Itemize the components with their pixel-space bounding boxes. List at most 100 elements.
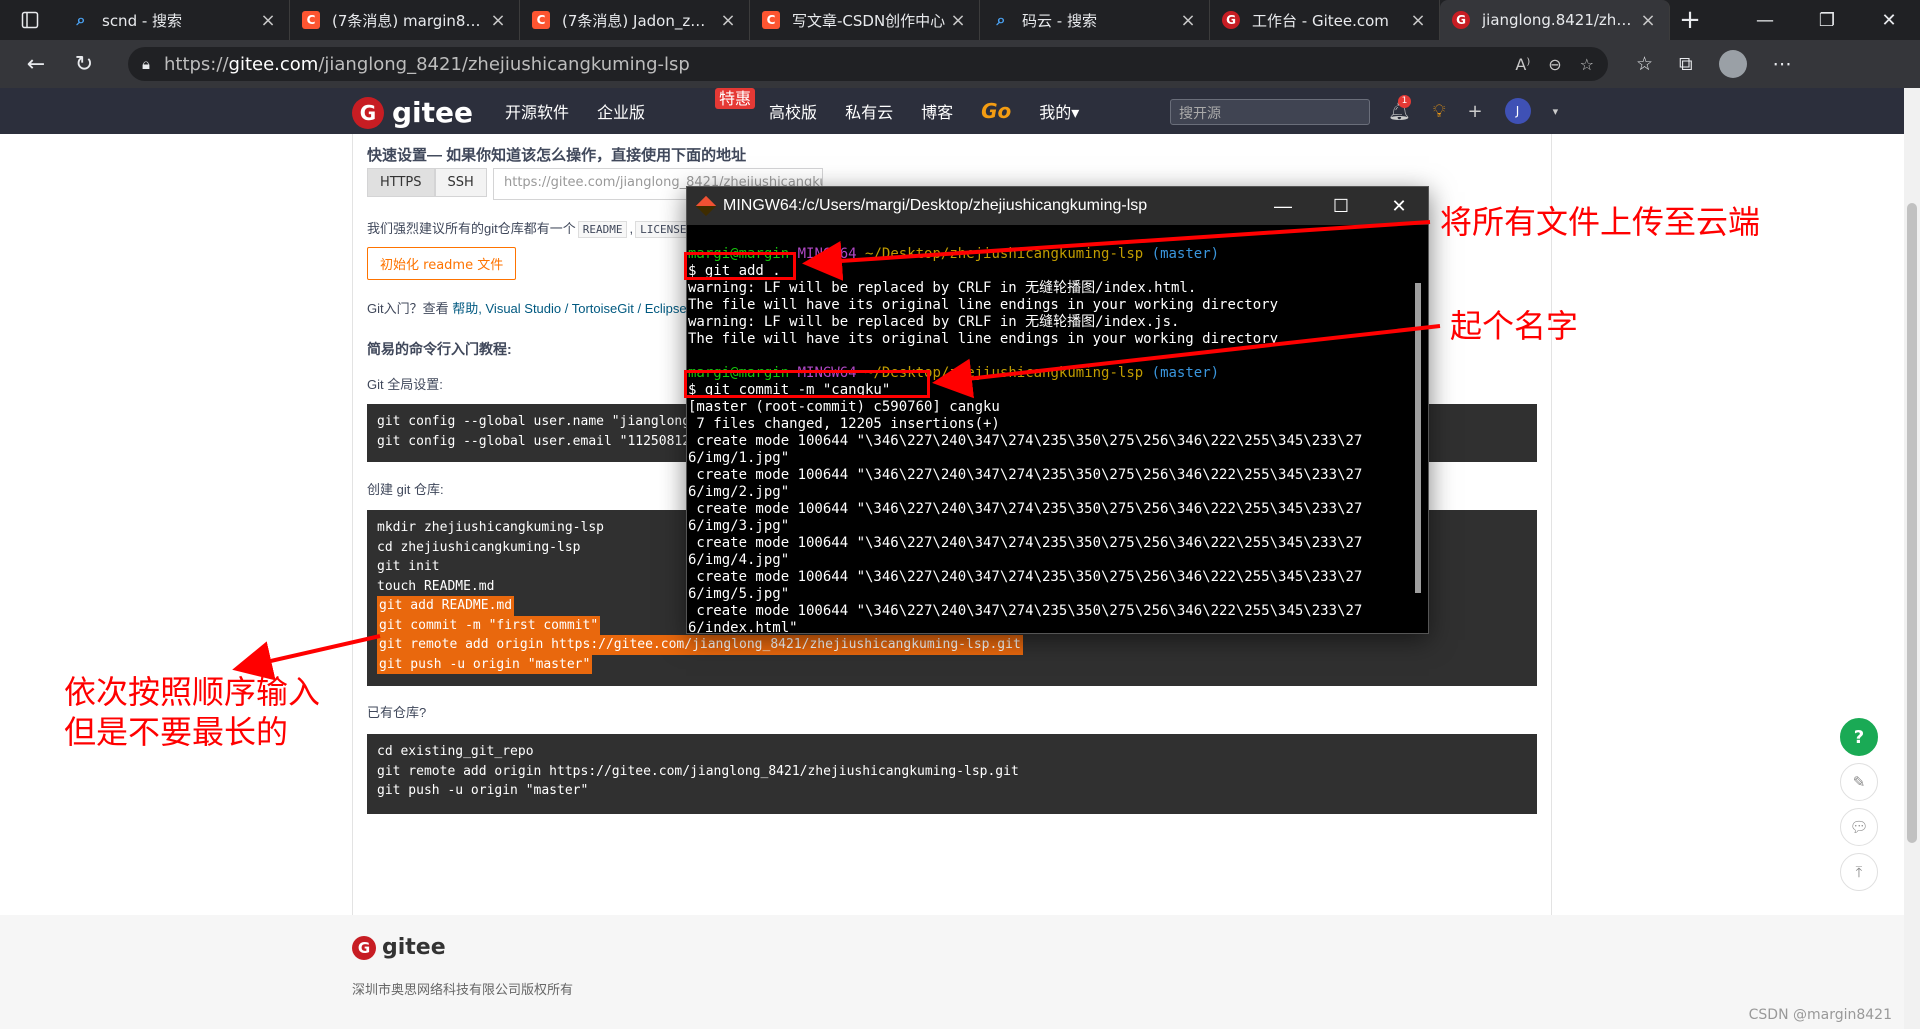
- recommend-prefix: 我们强烈建议所有的git仓库都有一个: [367, 221, 576, 236]
- tab-actions-icon[interactable]: [0, 0, 60, 40]
- tab-title: scnd - 搜索: [102, 11, 183, 30]
- tutorial-heading: 简易的命令行入门教程:: [367, 341, 512, 357]
- browser-tab[interactable]: ⌕ 码云 - 搜索 ×: [980, 0, 1210, 40]
- footer-copyright: 深圳市奥思网络科技有限公司版权所有: [352, 983, 574, 998]
- favorite-add-icon[interactable]: ☆: [1580, 55, 1594, 74]
- page-scrollbar[interactable]: [1904, 88, 1920, 1029]
- minimize-icon[interactable]: —: [1254, 196, 1312, 217]
- chevron-down-icon[interactable]: ▾: [1553, 105, 1559, 118]
- nav-item-mine[interactable]: 我的▾: [1039, 99, 1079, 123]
- gitee-icon: G: [352, 96, 384, 129]
- scrollbar-thumb[interactable]: [1907, 203, 1917, 843]
- terminal-line: warning: LF will be replaced by CRLF in …: [688, 280, 1197, 296]
- browser-tab[interactable]: ⌕ scnd - 搜索 ×: [60, 0, 290, 40]
- terminal-line: 6/img/1.jpg": [688, 450, 790, 466]
- ssh-button[interactable]: SSH: [434, 168, 487, 197]
- terminal-line: 6/index.html": [688, 620, 798, 633]
- tab-title: (7条消息) margin8421的博客: [332, 11, 489, 30]
- maximize-icon[interactable]: ☐: [1312, 196, 1370, 217]
- more-menu-icon[interactable]: ⋯: [1773, 53, 1792, 75]
- browser-tab[interactable]: G 工作台 - Gitee.com ×: [1210, 0, 1440, 40]
- nav-item-enterprise[interactable]: 企业版 特惠: [597, 88, 756, 123]
- code-line: cd existing_git_repo: [377, 744, 534, 759]
- favorites-icon[interactable]: ☆: [1636, 53, 1653, 75]
- browser-tab-active[interactable]: G jianglong.8421/zhejiushicangkuming-lsp…: [1440, 0, 1670, 40]
- terminal-scrollbar[interactable]: [1415, 283, 1421, 593]
- user-avatar[interactable]: J: [1504, 98, 1531, 124]
- csdn-icon: C: [532, 11, 550, 29]
- code-line-highlighted: git commit -m "first commit": [377, 615, 601, 635]
- help-button[interactable]: ?: [1840, 718, 1878, 756]
- gitee-icon: G: [1452, 11, 1470, 29]
- close-icon[interactable]: ×: [489, 10, 507, 31]
- https-button[interactable]: HTTPS: [367, 168, 435, 197]
- tab-title: (7条消息) Jadon_z的博客: [562, 11, 719, 30]
- terminal-line: create mode 100644 "\346\227\240\347\274…: [688, 467, 1363, 483]
- close-icon[interactable]: ×: [1639, 10, 1657, 31]
- browser-tab[interactable]: C (7条消息) margin8421的博客 ×: [290, 0, 520, 40]
- tab-title: 写文章-CSDN创作中心: [792, 11, 946, 30]
- annotation-box-git-commit: [684, 370, 930, 398]
- url-field[interactable]: 🔒︎ https://gitee.com/jianglong_8421/zhej…: [128, 47, 1608, 81]
- close-icon[interactable]: ×: [1179, 10, 1197, 31]
- nav-item-go[interactable]: Go: [981, 99, 1011, 123]
- terminal-line: The file will have its original line end…: [688, 297, 1279, 313]
- terminal-window[interactable]: MINGW64:/c/Users/margi/Desktop/zhejiushi…: [686, 186, 1429, 634]
- close-icon[interactable]: ×: [1409, 10, 1427, 31]
- terminal-titlebar[interactable]: MINGW64:/c/Users/margi/Desktop/zhejiushi…: [687, 187, 1428, 225]
- existing-repo-code: cd existing_git_repo git remote add orig…: [367, 734, 1537, 814]
- nav-item-university[interactable]: 高校版: [769, 99, 817, 123]
- nav-item-open-source[interactable]: 开源软件: [505, 99, 569, 123]
- tool-links[interactable]: , Visual Studio / TortoiseGit / Eclipse: [478, 301, 686, 316]
- gitee-icon: G: [1222, 11, 1240, 29]
- annotation-upload-all: 将所有文件上传至云端: [1440, 203, 1761, 241]
- minimize-icon[interactable]: —: [1734, 10, 1796, 31]
- read-aloud-icon[interactable]: A⁾: [1515, 55, 1530, 74]
- nav-item-label: 企业版: [597, 103, 646, 122]
- close-icon[interactable]: ×: [949, 10, 967, 31]
- close-icon[interactable]: ✕: [1370, 196, 1428, 217]
- license-tag: LICENSE: [635, 221, 692, 238]
- quick-setup-heading: 快速设置— 如果你知道该怎么操作，直接使用下面的地址: [367, 147, 747, 164]
- help-link[interactable]: 帮助: [452, 301, 478, 316]
- init-readme-button[interactable]: 初始化 readme 文件: [367, 247, 517, 280]
- terminal-output[interactable]: margi@margin MINGW64 ~/Desktop/zhejiushi…: [687, 225, 1428, 633]
- global-setup-label: Git 全局设置:: [367, 377, 443, 392]
- browser-tab[interactable]: C 写文章-CSDN创作中心 ×: [750, 0, 980, 40]
- terminal-line: 6/img/3.jpg": [688, 518, 790, 534]
- protocol-switch: HTTPS SSH: [367, 168, 487, 197]
- tab-title: 码云 - 搜索: [1022, 11, 1097, 30]
- plus-icon[interactable]: +: [1467, 101, 1482, 122]
- window-controls: — ❐ ✕: [1734, 10, 1920, 31]
- close-icon[interactable]: ×: [259, 10, 277, 31]
- close-icon[interactable]: ×: [719, 10, 737, 31]
- browser-tab[interactable]: C (7条消息) Jadon_z的博客 ×: [520, 0, 750, 40]
- url-prefix: https://: [163, 53, 229, 75]
- nav-item-blog[interactable]: 博客: [921, 99, 953, 123]
- gitee-logo[interactable]: G gitee: [352, 96, 473, 129]
- close-window-icon[interactable]: ✕: [1858, 10, 1920, 31]
- footer-logo[interactable]: G gitee: [352, 935, 446, 960]
- message-icon[interactable]: 💬︎: [1840, 808, 1878, 846]
- terminal-line: 6/img/4.jpg": [688, 552, 790, 568]
- git-intro-text: Git入门？查看 帮助, Visual Studio / TortoiseGit…: [367, 298, 687, 317]
- collections-icon[interactable]: ⧉: [1679, 53, 1693, 75]
- terminal-line: create mode 100644 "\346\227\240\347\274…: [688, 535, 1363, 551]
- nav-item-private-cloud[interactable]: 私有云: [845, 99, 893, 123]
- zoom-icon[interactable]: ⊖: [1548, 55, 1561, 74]
- edit-icon[interactable]: ✎: [1840, 763, 1878, 801]
- restore-icon[interactable]: ❐: [1796, 10, 1858, 31]
- code-line-highlighted: git remote add origin https://gitee.com/…: [377, 635, 1023, 655]
- gitee-search-input[interactable]: 搜开源: [1170, 99, 1370, 125]
- new-tab-icon[interactable]: +: [1670, 5, 1710, 35]
- lightbulb-icon[interactable]: 💡︎: [1433, 101, 1446, 122]
- refresh-icon[interactable]: ↻: [60, 52, 108, 77]
- recommend-text: 我们强烈建议所有的git仓库都有一个 README, LICENSE: [367, 218, 693, 238]
- bell-icon[interactable]: 🔔︎ 1: [1388, 94, 1411, 122]
- back-icon[interactable]: ←: [12, 52, 60, 77]
- terminal-line: create mode 100644 "\346\227\240\347\274…: [688, 603, 1363, 619]
- back-to-top-icon[interactable]: ⤒: [1840, 853, 1878, 891]
- profile-avatar[interactable]: [1718, 50, 1747, 78]
- git-bash-icon: [695, 195, 717, 217]
